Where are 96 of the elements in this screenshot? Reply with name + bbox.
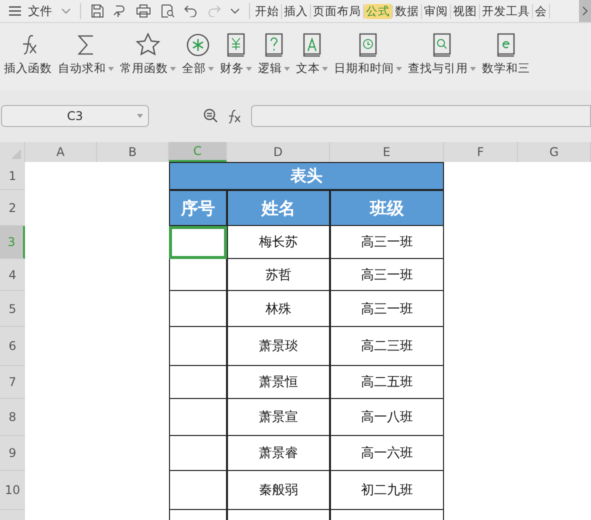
table-cell xyxy=(169,436,227,471)
formula-field[interactable] xyxy=(251,105,591,127)
chevron-down-icon[interactable] xyxy=(230,8,240,14)
function-icon[interactable] xyxy=(227,108,243,124)
ribbon-label: 日期和时间 xyxy=(334,61,394,76)
table-cell xyxy=(169,259,227,291)
menu-icon[interactable] xyxy=(8,5,22,17)
ribbon-tab[interactable]: 视图 xyxy=(451,4,480,18)
ribbon-label: 财务 xyxy=(220,61,244,76)
print-icon[interactable] xyxy=(136,4,151,18)
table-title: 表头 xyxy=(169,162,444,190)
undo-icon[interactable] xyxy=(184,5,198,17)
ribbon-label: 插入函数 xyxy=(4,61,52,76)
table-cell: 高二三班 xyxy=(330,327,444,366)
ribbon-tab[interactable]: 开发工具 xyxy=(480,4,533,18)
chevron-right-icon[interactable] xyxy=(582,6,588,16)
table-cell: 高三一班 xyxy=(330,226,444,259)
table-cell: 高三一班 xyxy=(330,259,444,291)
save-icon[interactable] xyxy=(90,4,104,18)
ribbon-button[interactable]: 查找与引用 xyxy=(408,32,476,90)
print-preview-icon[interactable] xyxy=(160,4,175,18)
table-cell: 萧景琰 xyxy=(227,327,330,366)
zoom-icon[interactable] xyxy=(203,108,219,124)
column-header[interactable]: F xyxy=(444,142,518,162)
name-box[interactable]: C3 xyxy=(1,105,149,127)
table-cell: 高一八班 xyxy=(330,399,444,436)
table-cell: 初二九班 xyxy=(330,471,444,510)
redo-icon[interactable] xyxy=(207,5,221,17)
row-header[interactable]: 1 xyxy=(0,162,25,190)
table-cell: 萧景恒 xyxy=(227,366,330,399)
ribbon-label: 全部 xyxy=(182,61,206,76)
table-cell: 萧景睿 xyxy=(227,436,330,471)
ribbon-label: 常用函数 xyxy=(120,61,168,76)
ribbon-button[interactable]: 逻辑 xyxy=(258,32,290,90)
export-icon[interactable] xyxy=(113,4,127,18)
ribbon-button[interactable]: 插入函数 xyxy=(4,32,52,90)
column-heading: 班级 xyxy=(330,190,444,226)
row-header[interactable]: 8 xyxy=(0,399,25,436)
ribbon-button[interactable]: 自动求和 xyxy=(58,32,114,90)
ribbon-label: 逻辑 xyxy=(258,61,282,76)
column-header[interactable]: G xyxy=(518,142,591,162)
asterisk-circle-icon xyxy=(185,32,211,58)
ribbon-button[interactable]: 常用函数 xyxy=(120,32,176,90)
table-cell: 林殊 xyxy=(227,291,330,327)
ribbon-tab[interactable]: 开始 xyxy=(253,4,282,18)
ribbon-tab[interactable]: 会 xyxy=(533,4,550,18)
ribbon-tab[interactable]: 插入 xyxy=(282,4,311,18)
caret-icon[interactable] xyxy=(470,66,476,70)
column-header[interactable]: D xyxy=(227,142,330,162)
ribbon-button[interactable]: 数学和三 xyxy=(482,32,530,90)
caret-icon[interactable] xyxy=(284,66,290,70)
ribbon-button[interactable]: 财务 xyxy=(220,32,252,90)
row-header[interactable]: 5 xyxy=(0,291,25,327)
row-header[interactable]: 2 xyxy=(0,190,25,226)
table-cell: 高二五班 xyxy=(330,366,444,399)
column-heading: 姓名 xyxy=(227,190,330,226)
caret-icon[interactable] xyxy=(246,66,252,70)
table-cell: 梅长苏 xyxy=(227,226,330,259)
column-header[interactable]: A xyxy=(25,142,97,162)
file-menu[interactable]: 文件 xyxy=(28,2,52,20)
caret-icon[interactable] xyxy=(170,66,176,70)
ribbon-button[interactable]: 全部 xyxy=(182,32,214,90)
row-header[interactable]: 6 xyxy=(0,327,25,366)
scroll-right-button[interactable] xyxy=(579,0,591,22)
table-cell xyxy=(169,291,227,327)
ribbon-label: 查找与引用 xyxy=(408,61,468,76)
selected-cell[interactable] xyxy=(169,226,227,259)
caret-icon[interactable] xyxy=(396,66,402,70)
column-header[interactable]: E xyxy=(330,142,444,162)
row-header[interactable]: 4 xyxy=(0,259,25,291)
table-cell: 秦般弱 xyxy=(227,471,330,510)
ribbon-tab[interactable]: 数据 xyxy=(393,4,422,18)
chevron-down-icon[interactable] xyxy=(61,8,71,14)
star-icon xyxy=(135,32,161,58)
table-cell: 高三一班 xyxy=(330,291,444,327)
caret-icon[interactable] xyxy=(322,66,328,70)
table-cell xyxy=(169,327,227,366)
ribbon-tab[interactable]: 审阅 xyxy=(422,4,451,18)
caret-icon[interactable] xyxy=(137,114,143,118)
table-cell xyxy=(169,399,227,436)
table-cell: 萧景宣 xyxy=(227,399,330,436)
row-header[interactable]: 7 xyxy=(0,366,25,399)
ribbon-label: 文本 xyxy=(296,61,320,76)
ribbon-button[interactable]: 文本 xyxy=(296,32,328,90)
table-cell: 苏哲 xyxy=(227,259,330,291)
row-header[interactable]: 9 xyxy=(0,436,25,471)
row-header[interactable]: 10 xyxy=(0,471,25,510)
ribbon-button[interactable]: 日期和时间 xyxy=(334,32,402,90)
column-heading: 序号 xyxy=(169,190,227,226)
table-cell xyxy=(169,366,227,399)
caret-icon[interactable] xyxy=(208,66,214,70)
column-header[interactable]: B xyxy=(97,142,169,162)
ribbon-label: 自动求和 xyxy=(58,61,106,76)
table-cell: 高一六班 xyxy=(330,436,444,471)
ribbon-label: 数学和三 xyxy=(482,61,530,76)
caret-icon[interactable] xyxy=(108,66,114,70)
